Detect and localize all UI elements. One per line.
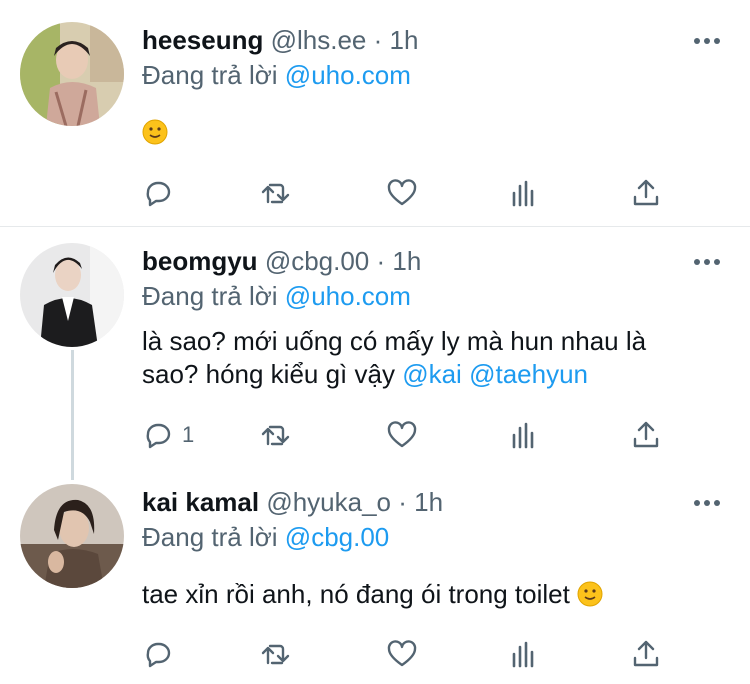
tweet-kai-kamal[interactable]: kai kamal @hyuka_o · 1h Đang trả lời @cb… — [0, 467, 750, 684]
share-icon — [633, 421, 659, 448]
retweet-icon — [261, 425, 290, 446]
like-button[interactable] — [386, 636, 418, 672]
avatar[interactable] — [20, 22, 124, 126]
replying-prefix: Đang trả lời — [142, 522, 278, 552]
more-icon[interactable] — [694, 257, 722, 267]
mention-link[interactable]: @taehyun — [469, 359, 588, 389]
separator-dot: · — [373, 25, 383, 55]
slightly-smiling-face-emoji — [142, 119, 168, 145]
replying-mention[interactable]: @cbg.00 — [285, 522, 389, 552]
reply-button[interactable]: 1 — [142, 417, 194, 453]
stats-icon — [512, 180, 534, 207]
reply-button[interactable] — [142, 175, 174, 211]
stats-button[interactable] — [508, 636, 540, 672]
more-icon[interactable] — [694, 36, 722, 46]
tweet-text: là sao? mới uống có mấy ly mà hun nhau l… — [142, 325, 722, 391]
like-button[interactable] — [386, 417, 418, 453]
tweet-header: kai kamal @hyuka_o · 1h — [142, 487, 443, 517]
heart-icon — [387, 421, 417, 448]
replying-prefix: Đang trả lời — [142, 60, 278, 90]
handle[interactable]: @hyuka_o — [266, 487, 391, 517]
tweet-text-line: sao? hóng kiểu gì vậy @kai @taehyun — [142, 358, 722, 391]
reply-icon — [146, 423, 171, 449]
reply-icon — [146, 642, 171, 668]
replying-mention[interactable]: @uho.com — [285, 281, 411, 311]
retweet-button[interactable] — [260, 636, 292, 672]
replying-prefix: Đang trả lời — [142, 281, 278, 311]
handle[interactable]: @lhs.ee — [271, 25, 367, 55]
share-button[interactable] — [630, 175, 662, 211]
reply-icon — [146, 181, 171, 207]
stats-icon — [512, 422, 534, 449]
replying-to: Đang trả lời @cbg.00 — [142, 522, 389, 552]
tweet-beomgyu[interactable]: beomgyu @cbg.00 · 1h Đang trả lời @uho.c… — [0, 227, 750, 467]
stats-icon — [512, 641, 534, 668]
share-icon — [633, 640, 659, 667]
display-name[interactable]: kai kamal — [142, 487, 259, 517]
retweet-icon — [261, 644, 290, 665]
action-bar — [142, 636, 682, 672]
timestamp[interactable]: 1h — [390, 25, 419, 55]
tweet-heeseung[interactable]: heeseung @lhs.ee · 1h Đang trả lời @uho.… — [0, 0, 750, 226]
timestamp[interactable]: 1h — [392, 246, 421, 276]
separator-dot: · — [398, 487, 407, 517]
replying-to: Đang trả lời @uho.com — [142, 281, 411, 311]
share-icon — [633, 179, 659, 206]
tweet-text: tae xỉn rồi anh, nó đang ói trong toilet — [142, 578, 603, 611]
retweet-button[interactable] — [260, 175, 292, 211]
tweet-text-fragment: sao? hóng kiểu gì vậy — [142, 359, 395, 389]
timestamp[interactable]: 1h — [414, 487, 443, 517]
action-bar — [142, 175, 682, 211]
tweet-text-line: là sao? mới uống có mấy ly mà hun nhau l… — [142, 326, 647, 356]
avatar[interactable] — [20, 243, 124, 347]
display-name[interactable]: beomgyu — [142, 246, 258, 276]
more-icon[interactable] — [694, 498, 722, 508]
heart-icon — [387, 640, 417, 667]
replying-to: Đang trả lời @uho.com — [142, 60, 411, 90]
share-button[interactable] — [630, 636, 662, 672]
stats-button[interactable] — [508, 417, 540, 453]
tweet-header: heeseung @lhs.ee · 1h — [142, 25, 418, 55]
heart-icon — [387, 179, 417, 206]
retweet-icon — [261, 183, 290, 204]
avatar[interactable] — [20, 484, 124, 588]
handle[interactable]: @cbg.00 — [265, 246, 369, 276]
tweet-text — [142, 116, 168, 149]
reply-button[interactable] — [142, 636, 174, 672]
reply-count: 1 — [182, 422, 195, 447]
action-bar: 1 — [142, 417, 682, 453]
like-button[interactable] — [386, 175, 418, 211]
slightly-smiling-face-emoji — [577, 581, 603, 607]
thread-connector-line — [71, 350, 74, 480]
tweet-header: beomgyu @cbg.00 · 1h — [142, 246, 421, 276]
tweet-text-fragment: tae xỉn rồi anh, nó đang ói trong toilet — [142, 579, 570, 609]
separator-dot: · — [376, 246, 386, 276]
display-name[interactable]: heeseung — [142, 25, 263, 55]
share-button[interactable] — [630, 417, 662, 453]
stats-button[interactable] — [508, 175, 540, 211]
mention-link[interactable]: @kai — [402, 359, 462, 389]
replying-mention[interactable]: @uho.com — [285, 60, 411, 90]
retweet-button[interactable] — [260, 417, 292, 453]
